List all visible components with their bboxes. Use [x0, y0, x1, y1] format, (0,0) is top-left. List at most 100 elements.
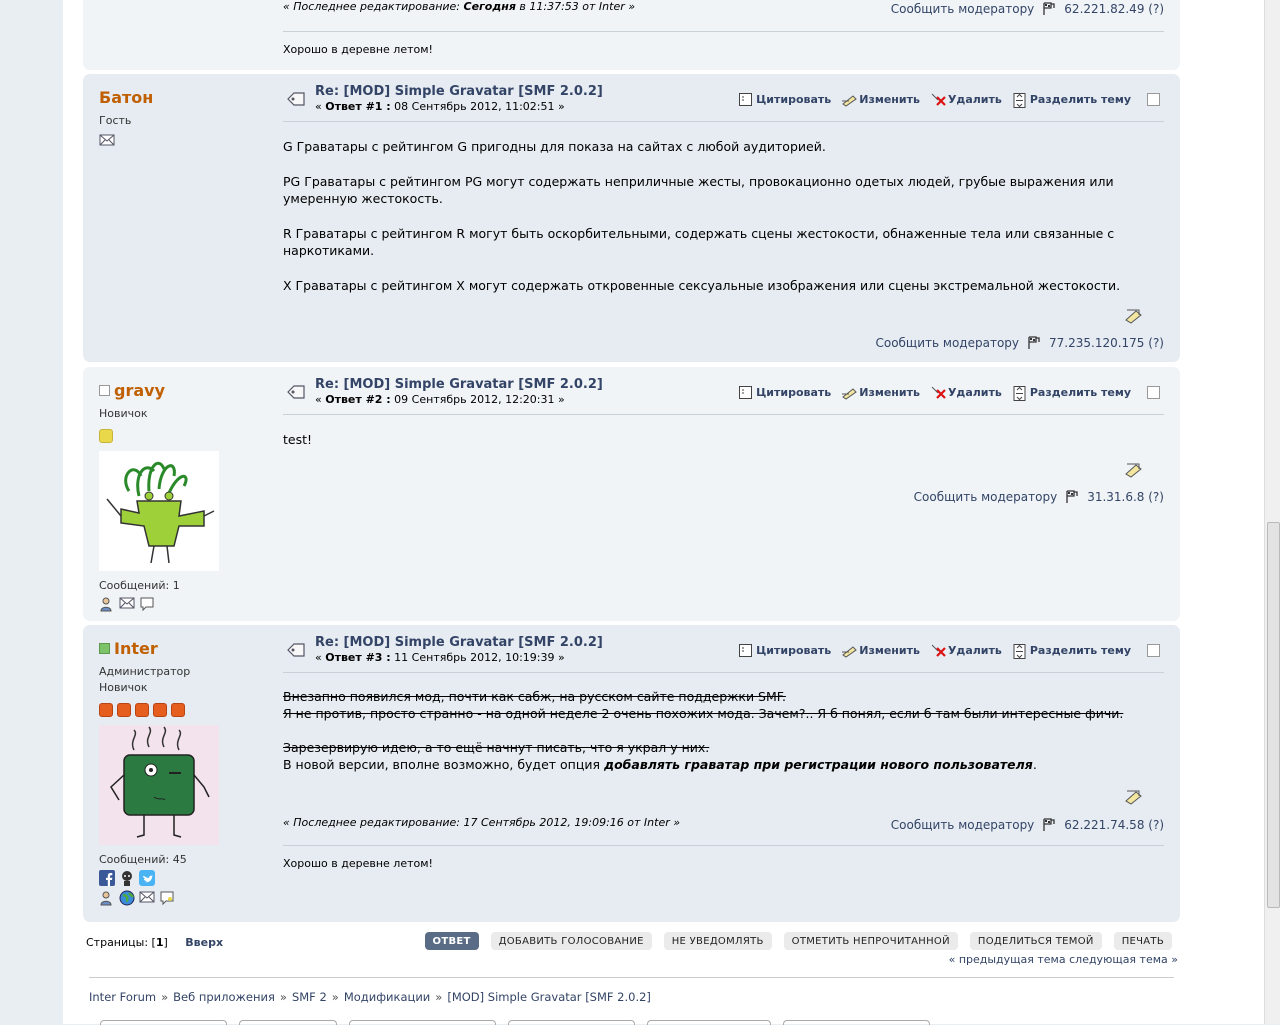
scrollbar-thumb[interactable]	[1267, 522, 1280, 908]
delete-button[interactable]: Удалить	[930, 385, 1002, 400]
ip-icon	[1042, 818, 1056, 832]
select-post-checkbox[interactable]	[1147, 644, 1160, 657]
next-topic-link[interactable]: следующая тема »	[1069, 953, 1178, 966]
post-message: G Граватары с рейтингом G пригодны для п…	[283, 138, 1164, 312]
edit-button[interactable]: Изменить	[841, 92, 920, 107]
link-tab[interactable]	[100, 1020, 228, 1025]
breadcrumb-item[interactable]: [MOD] Simple Gravatar [SMF 2.0.2]	[447, 990, 651, 1004]
edit-button[interactable]: Изменить	[841, 643, 920, 658]
poster-info: Inter Администратор Новичок Сообщений: 45	[99, 639, 269, 906]
mod-link-tabs	[100, 1020, 931, 1025]
delete-button[interactable]: Удалить	[930, 92, 1002, 107]
email-icon[interactable]	[99, 133, 115, 149]
mark-unread-button[interactable]: ОТМЕТИТЬ НЕПРОЧИТАННОЙ	[783, 932, 958, 950]
pagination-bar: Страницы: [1] Вверх ОТВЕТ ДОБАВИТЬ ГОЛОС…	[83, 930, 1180, 974]
email-icon[interactable]	[119, 596, 135, 612]
print-button[interactable]: ПЕЧАТЬ	[1113, 932, 1172, 950]
paragraph: X Граватары с рейтингом X могут содержат…	[283, 278, 1121, 293]
post-subject-link[interactable]: Re: [MOD] Simple Gravatar [SMF 2.0.2]	[315, 84, 603, 99]
split-icon	[1012, 92, 1027, 108]
select-post-checkbox[interactable]	[1147, 386, 1160, 399]
website-globe-icon[interactable]	[119, 890, 135, 906]
last-edit-note: « Последнее редактирование: Сегодня в 11…	[283, 0, 636, 13]
twitter-icon[interactable]	[139, 870, 155, 886]
message-icon	[285, 383, 307, 399]
quote-icon	[738, 92, 753, 107]
breadcrumb-separator: »	[435, 990, 443, 1004]
post-subject-link[interactable]: Re: [MOD] Simple Gravatar [SMF 2.0.2]	[315, 635, 603, 650]
avatar	[99, 451, 219, 571]
pm-icon[interactable]	[159, 890, 175, 906]
link-tab[interactable]	[348, 1020, 497, 1025]
pagination: Страницы: [1] Вверх	[86, 936, 224, 949]
edit-button[interactable]: Изменить	[841, 385, 920, 400]
report-row: Сообщить модератору 62.221.82.49 (?)	[891, 2, 1164, 16]
strikethrough-text: Я не против, просто странно - на одной н…	[283, 706, 1124, 721]
unnotify-button[interactable]: НЕ УВЕДОМЛЯТЬ	[663, 932, 772, 950]
link-tab[interactable]	[782, 1020, 931, 1025]
breadcrumb-item[interactable]: SMF 2	[292, 990, 327, 1004]
poster-name[interactable]: Inter	[99, 639, 269, 658]
breadcrumb-item[interactable]: Веб приложения	[173, 990, 275, 1004]
reply-button[interactable]: ОТВЕТ	[424, 932, 479, 950]
ip-address[interactable]: 62.221.82.49 (?)	[1064, 2, 1164, 16]
go-top-link[interactable]: Вверх	[185, 936, 223, 949]
ip-address[interactable]: 62.221.74.58 (?)	[1064, 818, 1164, 832]
poster-name[interactable]: gravy	[99, 381, 269, 400]
message-icon	[285, 90, 307, 106]
quick-quote-icon[interactable]	[1124, 460, 1144, 478]
poster-name[interactable]: Батон	[99, 88, 269, 107]
poster-info: Батон Гость	[99, 88, 269, 149]
ip-address[interactable]: 31.31.6.8 (?)	[1087, 490, 1164, 504]
report-link[interactable]: Сообщить модератору	[891, 818, 1035, 832]
split-topic-button[interactable]: Разделить тему	[1012, 643, 1131, 659]
post-reply-2: gravy Новичок Сообщений: 1 Re: [MOD] Sim…	[83, 367, 1180, 621]
delete-icon	[930, 643, 946, 658]
facebook-icon[interactable]	[99, 870, 115, 886]
member-group: Гость	[99, 114, 132, 127]
report-link[interactable]: Сообщить модератору	[891, 2, 1035, 16]
strikethrough-text: Внезапно появился мод, почти как сабж, н…	[283, 689, 786, 704]
quick-quote-icon[interactable]	[1124, 306, 1144, 324]
vertical-scrollbar[interactable]	[1264, 0, 1280, 1024]
pm-icon[interactable]	[139, 596, 155, 612]
link-tab[interactable]	[647, 1020, 771, 1025]
profile-icon[interactable]	[99, 890, 115, 906]
link-tab[interactable]	[239, 1020, 337, 1025]
post-meta: « Ответ #1 : 08 Сентябрь 2012, 11:02:51 …	[315, 100, 565, 113]
star-icon	[171, 703, 185, 717]
share-topic-button[interactable]: ПОДЕЛИТЬСЯ ТЕМОЙ	[969, 932, 1102, 950]
link-tab[interactable]	[508, 1020, 636, 1025]
poster-icons	[99, 133, 269, 149]
github-icon[interactable]	[119, 870, 135, 886]
ip-address[interactable]: 77.235.120.175 (?)	[1049, 336, 1164, 350]
quote-button[interactable]: Цитировать	[738, 92, 831, 107]
quote-button[interactable]: Цитировать	[738, 643, 831, 658]
report-link[interactable]: Сообщить модератору	[875, 336, 1019, 350]
split-topic-button[interactable]: Разделить тему	[1012, 385, 1131, 401]
post-actions: Цитировать Изменить Удалить Разделить те…	[738, 385, 1160, 401]
rank-stars	[99, 703, 269, 717]
breadcrumb-item[interactable]: Модификации	[344, 990, 430, 1004]
select-post-checkbox[interactable]	[1147, 93, 1160, 106]
email-icon[interactable]	[139, 890, 155, 906]
add-poll-button[interactable]: ДОБАВИТЬ ГОЛОСОВАНИЕ	[490, 932, 652, 950]
previous-topic-link[interactable]: « предыдущая тема	[949, 953, 1066, 966]
header-separator	[283, 121, 1164, 122]
breadcrumb-separator: »	[331, 990, 339, 1004]
signature: Хорошо в деревне летом!	[283, 857, 433, 870]
split-topic-button[interactable]: Разделить тему	[1012, 92, 1131, 108]
report-link[interactable]: Сообщить модератору	[914, 490, 1058, 504]
strikethrough-text: Зарезервирую идею, а то ещё начнут писат…	[283, 740, 710, 755]
post-reply-3: Inter Администратор Новичок Сообщений: 45	[83, 625, 1180, 922]
quote-button[interactable]: Цитировать	[738, 385, 831, 400]
post-header: Re: [MOD] Simple Gravatar [SMF 2.0.2] « …	[283, 84, 1164, 118]
profile-icon[interactable]	[99, 596, 115, 612]
edit-icon	[841, 385, 858, 400]
message-line: В новой версии, вполне возможно, будет о…	[283, 757, 1037, 772]
member-group: Новичок	[99, 407, 148, 420]
quick-quote-icon[interactable]	[1124, 787, 1144, 805]
post-subject-link[interactable]: Re: [MOD] Simple Gravatar [SMF 2.0.2]	[315, 377, 603, 392]
delete-button[interactable]: Удалить	[930, 643, 1002, 658]
breadcrumb-item[interactable]: Inter Forum	[89, 990, 156, 1004]
